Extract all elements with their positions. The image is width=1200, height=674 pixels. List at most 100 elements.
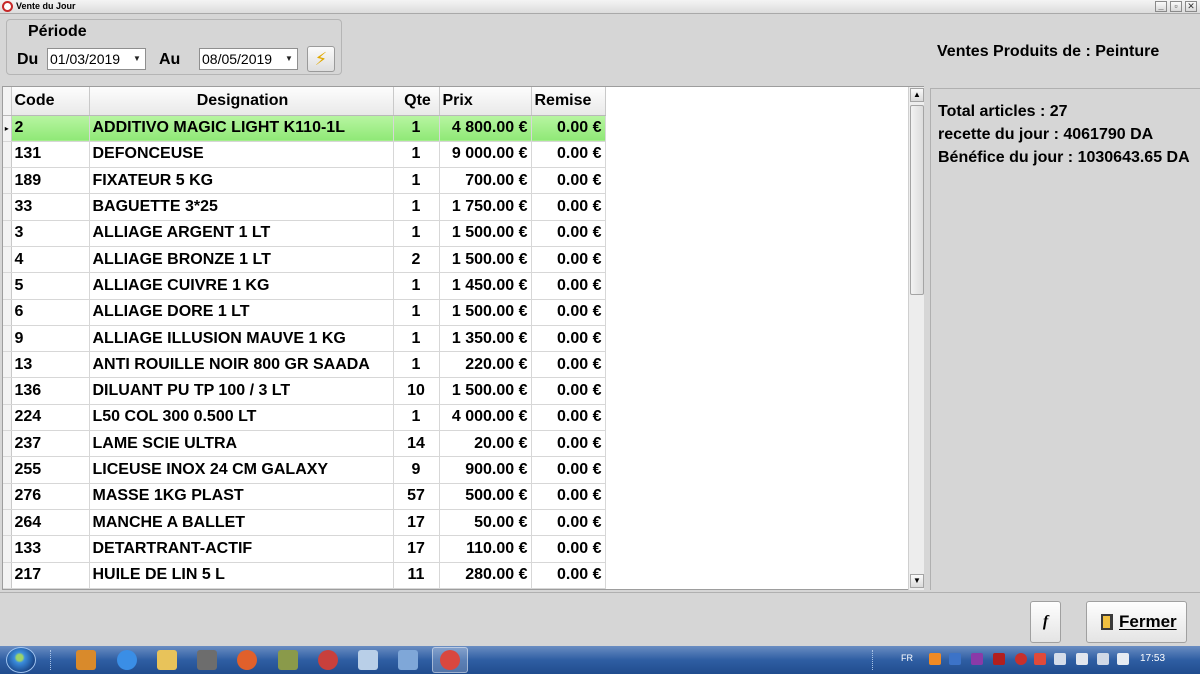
row-indicator[interactable] [3,351,12,379]
column-header-designation[interactable]: Designation [89,87,394,116]
cell-qte[interactable]: 1 [393,141,440,169]
cell-designation[interactable]: DILUANT PU TP 100 / 3 LT [89,377,394,405]
taskbar-clock[interactable]: 17:53 [1140,653,1165,664]
acrobat-icon[interactable] [993,653,1005,665]
cell-prix[interactable]: 1 750.00 € [439,193,532,221]
cell-designation[interactable]: HUILE DE LIN 5 L [89,562,394,589]
cell-remise[interactable]: 0.00 € [531,351,606,379]
function-button[interactable]: f [1030,601,1061,643]
cell-prix[interactable]: 50.00 € [439,509,532,537]
table-row[interactable]: 33 BAGUETTE 3*25 1 1 750.00 €0.00 € [3,193,606,221]
cell-remise[interactable]: 0.00 € [531,272,606,300]
cell-designation[interactable]: MANCHE A BALLET [89,509,394,537]
row-indicator[interactable] [3,193,12,221]
table-row[interactable]: 189 FIXATEUR 5 KG 1 700.00 €0.00 € [3,167,606,195]
cell-designation[interactable]: L50 COL 300 0.500 LT [89,404,394,432]
network-signal-icon[interactable] [1097,653,1109,665]
refresh-button[interactable]: ⚡ [307,46,335,72]
cell-prix[interactable]: 20.00 € [439,430,532,458]
table-row[interactable]: 224 L50 COL 300 0.500 LT 1 4 000.00 €0.00 € [3,404,606,432]
row-indicator[interactable] [3,456,12,484]
cell-remise[interactable]: 0.00 € [531,562,606,589]
cell-code[interactable]: 255 [11,456,90,484]
cell-code[interactable]: 276 [11,483,90,510]
table-row[interactable]: 136 DILUANT PU TP 100 / 3 LT 10 1 500.00 €0… [3,377,606,405]
cell-prix[interactable]: 1 450.00 € [439,272,532,300]
row-indicator[interactable] [3,167,12,195]
cell-code[interactable]: 237 [11,430,90,458]
cell-remise[interactable]: 0.00 € [531,325,606,353]
cell-prix[interactable]: 1 500.00 € [439,299,532,326]
table-row[interactable]: 13 ANTI ROUILLE NOIR 800 GR SAADA 1 220.00 … [3,351,606,379]
cell-code[interactable]: 9 [11,325,90,353]
minimize-button[interactable]: _ [1155,1,1167,12]
cell-qte[interactable]: 10 [393,377,440,405]
row-indicator[interactable] [3,535,12,563]
cell-prix[interactable]: 110.00 € [439,535,532,563]
language-indicator[interactable]: FR [901,653,913,663]
cell-remise[interactable]: 0.00 € [531,509,606,537]
cell-qte[interactable]: 17 [393,509,440,537]
cell-remise[interactable]: 0.00 € [531,115,606,142]
media-player-icon[interactable] [76,650,96,670]
chevron-down-icon[interactable]: ▼ [282,50,296,68]
cell-qte[interactable]: 1 [393,115,440,142]
maximize-button[interactable]: ▫ [1170,1,1182,12]
cell-code[interactable]: 2 [11,115,90,142]
cell-designation[interactable]: MASSE 1KG PLAST [89,483,394,510]
cell-remise[interactable]: 0.00 € [531,193,606,221]
cell-qte[interactable]: 1 [393,220,440,247]
cell-prix[interactable]: 4 000.00 € [439,404,532,432]
cell-code[interactable]: 5 [11,272,90,300]
row-indicator[interactable] [3,430,12,458]
row-indicator[interactable] [3,562,12,589]
cell-qte[interactable]: 57 [393,483,440,510]
cell-remise[interactable]: 0.00 € [531,404,606,432]
cell-remise[interactable]: 0.00 € [531,456,606,484]
column-header-prix[interactable]: Prix [439,87,532,116]
tray-security-icon[interactable] [1015,653,1027,665]
from-date-picker[interactable]: 01/03/2019 ▼ [47,48,146,70]
chevron-down-icon[interactable]: ▼ [130,50,144,68]
column-header-qte[interactable]: Qte [393,87,440,116]
cell-designation[interactable]: ADDITIVO MAGIC LIGHT K110-1L [89,115,394,142]
table-row[interactable]: 255 LICEUSE INOX 24 CM GALAXY 9 900.00 €0.0… [3,456,606,484]
row-indicator[interactable] [3,509,12,537]
app-icon-tray[interactable] [278,650,298,670]
cell-prix[interactable]: 500.00 € [439,483,532,510]
column-header-remise[interactable]: Remise [531,87,606,116]
tray-device-icon[interactable] [1054,653,1066,665]
firefox-icon[interactable] [237,650,257,670]
cell-prix[interactable]: 900.00 € [439,456,532,484]
cell-prix[interactable]: 4 800.00 € [439,115,532,142]
cell-prix[interactable]: 1 500.00 € [439,220,532,247]
table-row[interactable]: 217 HUILE DE LIN 5 L 11 280.00 €0.00 € [3,562,606,589]
cell-code[interactable]: 133 [11,535,90,563]
row-indicator[interactable] [3,404,12,432]
table-row[interactable]: 276 MASSE 1KG PLAST 57 500.00 €0.00 € [3,483,606,510]
table-row[interactable]: 3 ALLIAGE ARGENT 1 LT 1 1 500.00 €0.00 € [3,220,606,247]
cell-designation[interactable]: ALLIAGE ILLUSION MAUVE 1 KG [89,325,394,353]
cell-remise[interactable]: 0.00 € [531,377,606,405]
to-date-picker[interactable]: 08/05/2019 ▼ [199,48,298,70]
start-button[interactable] [6,647,36,673]
cell-qte[interactable]: 1 [393,272,440,300]
window-icon[interactable] [358,650,378,670]
cell-code[interactable]: 217 [11,562,90,589]
vertical-scrollbar[interactable]: ▲ ▼ [908,87,924,590]
table-row[interactable]: 6 ALLIAGE DORE 1 LT 1 1 500.00 €0.00 € [3,299,606,326]
cell-designation[interactable]: DETARTRANT-ACTIF [89,535,394,563]
cell-code[interactable]: 136 [11,377,90,405]
table-row[interactable]: 4 ALLIAGE BRONZE 1 LT 2 1 500.00 €0.00 € [3,246,606,274]
cell-code[interactable]: 13 [11,351,90,379]
onenote-icon[interactable] [971,653,983,665]
cell-remise[interactable]: 0.00 € [531,167,606,195]
table-row[interactable]: ▸ 2 ADDITIVO MAGIC LIGHT K110-1L 1 4 800.00 … [3,115,606,142]
table-row[interactable]: 264 MANCHE A BALLET 17 50.00 €0.00 € [3,509,606,537]
cell-qte[interactable]: 1 [393,351,440,379]
scroll-down-icon[interactable]: ▼ [910,574,924,588]
column-header-code[interactable]: Code [11,87,90,116]
cell-code[interactable]: 264 [11,509,90,537]
row-indicator[interactable] [3,272,12,300]
cell-qte[interactable]: 1 [393,193,440,221]
